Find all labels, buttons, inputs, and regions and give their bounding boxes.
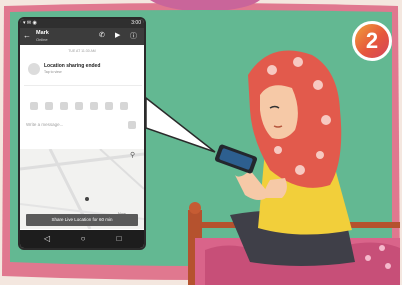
app-bar: ← Mark Online ✆ ▶ ⓘ [20, 28, 144, 45]
share-live-location-button[interactable]: Share Live Location for 60 min [26, 214, 138, 226]
location-message-subtitle: Tap to view [44, 70, 62, 74]
apps-icon[interactable] [30, 102, 38, 110]
map-marker [85, 197, 89, 201]
phone-screen-mockup: ▾ ✉ ◉ 3:00 ← Mark Online ✆ ▶ ⓘ TUE AT 11… [18, 17, 146, 250]
status-icons: ▾ ✉ ◉ [23, 20, 37, 26]
location-pin-icon [28, 63, 40, 75]
gallery-icon[interactable] [60, 102, 68, 110]
android-nav-bar: ◁ ○ □ [20, 230, 144, 248]
illustration-panel: ▾ ✉ ◉ 3:00 ← Mark Online ✆ ▶ ⓘ TUE AT 11… [0, 0, 402, 285]
contact-name: Mark [36, 30, 49, 36]
status-time: 3:00 [131, 20, 141, 26]
back-arrow-icon[interactable]: ← [23, 31, 31, 40]
location-message-title[interactable]: Location sharing ended [44, 63, 100, 69]
nav-back-icon[interactable]: ◁ [42, 234, 52, 244]
message-input[interactable]: Write a message... [26, 120, 122, 130]
video-call-icon[interactable]: ▶ [115, 31, 120, 39]
nav-home-icon[interactable]: ○ [78, 234, 88, 244]
status-bar: ▾ ✉ ◉ 3:00 [20, 19, 144, 28]
nav-recents-icon[interactable]: □ [114, 234, 124, 244]
emoji-icon[interactable] [75, 102, 83, 110]
like-icon[interactable] [128, 121, 136, 129]
step-number-badge: 2 [352, 21, 392, 61]
camera-icon[interactable] [45, 102, 53, 110]
map-pin-icon: ⚲ [130, 152, 136, 159]
sticker-icon[interactable] [90, 102, 98, 110]
day-label: TUE AT 11:30 AM [68, 49, 96, 53]
info-icon[interactable]: ⓘ [130, 31, 137, 41]
divider [24, 85, 142, 86]
contact-status: Online [36, 37, 48, 42]
phone-call-icon[interactable]: ✆ [99, 31, 105, 39]
microphone-icon[interactable] [105, 102, 113, 110]
location-icon[interactable] [120, 102, 128, 110]
